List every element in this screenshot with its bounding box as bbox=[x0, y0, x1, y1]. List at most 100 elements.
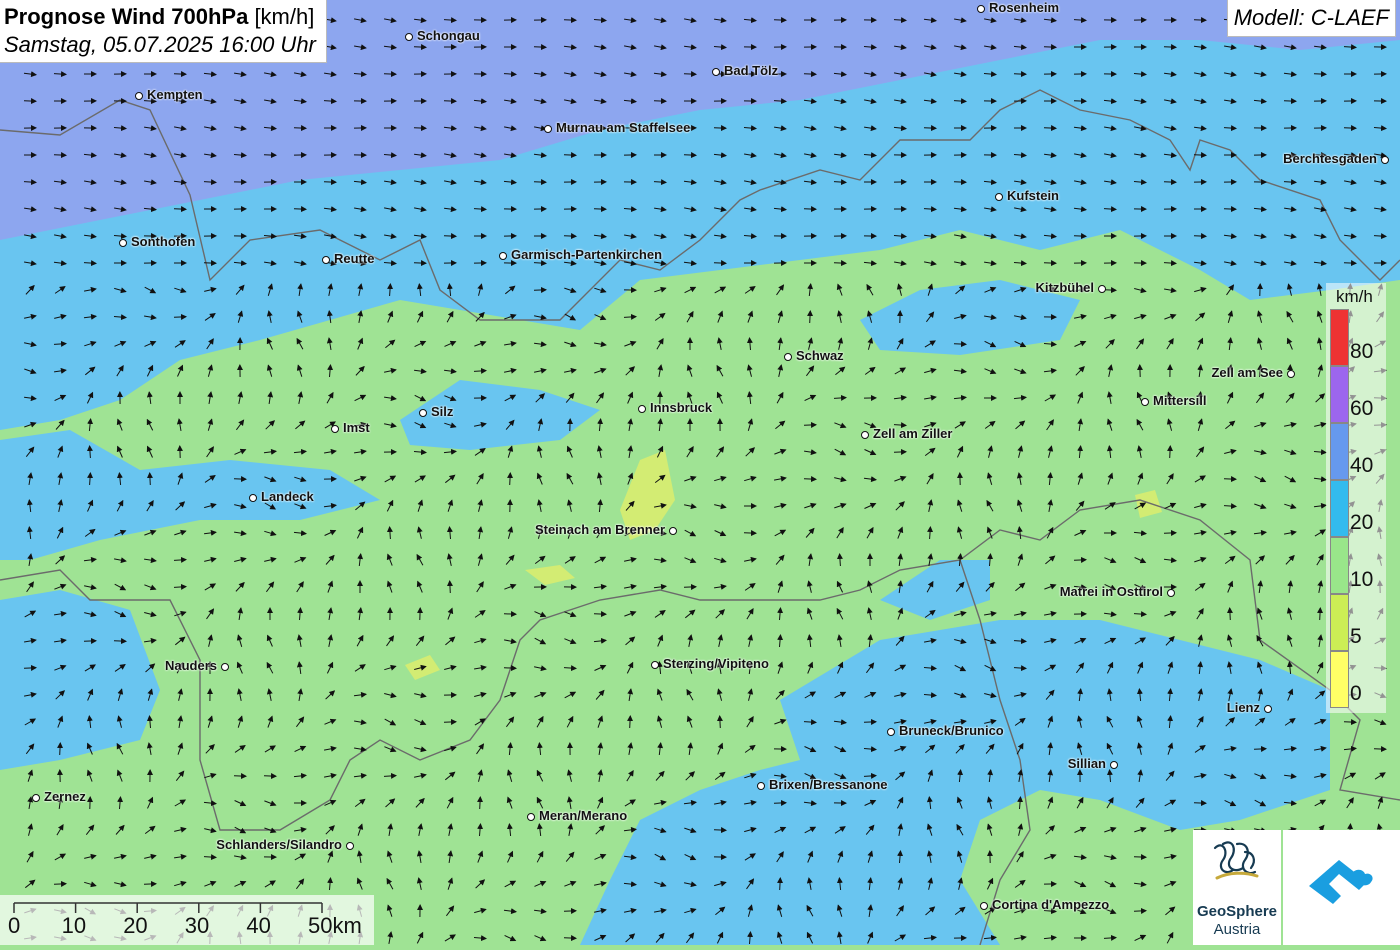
city-marker bbox=[499, 252, 507, 260]
wind-arrow bbox=[1134, 911, 1146, 912]
city-label: Rosenheim bbox=[989, 0, 1059, 15]
city-label: Kufstein bbox=[1007, 188, 1059, 203]
city-label: Kitzbühel bbox=[1036, 280, 1095, 295]
legend-swatch bbox=[1330, 537, 1349, 594]
wind-arrow bbox=[294, 209, 306, 210]
city-label: Kempten bbox=[147, 87, 203, 102]
wind-arrow bbox=[504, 668, 516, 669]
wind-arrow bbox=[150, 473, 151, 485]
wind-arrow bbox=[630, 716, 631, 728]
city-label: Mittersill bbox=[1153, 393, 1206, 408]
city-marker bbox=[1141, 398, 1149, 406]
wind-arrow bbox=[60, 743, 61, 755]
city-label: Lienz bbox=[1227, 700, 1260, 715]
city-marker bbox=[1098, 285, 1106, 293]
legend-label: 40 bbox=[1350, 454, 1373, 478]
wind-arrow bbox=[564, 236, 576, 237]
wind-arrow bbox=[174, 317, 186, 318]
wind-arrow bbox=[1194, 155, 1206, 156]
wind-arrow bbox=[720, 716, 721, 728]
wind-arrow bbox=[450, 581, 451, 593]
scale-label: 0 bbox=[8, 913, 20, 939]
city-label: Reutte bbox=[334, 251, 374, 266]
wind-arrow bbox=[954, 344, 966, 345]
city-marker bbox=[1110, 761, 1118, 769]
city-marker bbox=[1167, 589, 1175, 597]
city-marker bbox=[980, 902, 988, 910]
map-title-unit: [km/h] bbox=[254, 4, 314, 29]
city-label: Meran/Merano bbox=[539, 808, 627, 823]
city-marker bbox=[977, 5, 985, 13]
city-marker bbox=[135, 92, 143, 100]
wind-arrow bbox=[480, 797, 481, 809]
city-marker bbox=[669, 527, 677, 535]
geosphere-logo-subtext: Austria bbox=[1195, 921, 1279, 938]
city-marker bbox=[221, 663, 229, 671]
city-marker bbox=[784, 353, 792, 361]
wind-map bbox=[0, 0, 1400, 945]
wind-arrow bbox=[564, 938, 576, 939]
city-label: Imst bbox=[343, 420, 370, 435]
city-label: Murnau am Staffelsee bbox=[556, 120, 690, 135]
city-label: Zell am Ziller bbox=[873, 426, 952, 441]
city-label: Bruneck/Brunico bbox=[899, 723, 1004, 738]
city-marker bbox=[419, 409, 427, 417]
mountain-cloud-logo-icon bbox=[1283, 830, 1400, 945]
wind-arrow bbox=[294, 128, 306, 129]
wind-arrow bbox=[1314, 74, 1326, 75]
city-label: Zernez bbox=[44, 789, 86, 804]
city-label: Schlanders/Silandro bbox=[216, 837, 342, 852]
wind-arrow bbox=[834, 263, 846, 264]
wind-arrow bbox=[1320, 608, 1321, 620]
wind-arrow bbox=[24, 668, 36, 669]
color-legend: km/h 806040201050 bbox=[1326, 283, 1386, 713]
city-marker bbox=[1381, 156, 1389, 164]
wind-arrow bbox=[174, 209, 186, 210]
legend-label: 80 bbox=[1350, 340, 1373, 364]
wind-arrow bbox=[804, 479, 816, 480]
wind-arrow bbox=[714, 263, 726, 264]
wind-arrow bbox=[1074, 236, 1086, 237]
wind-arrow bbox=[924, 128, 936, 129]
model-label: Modell: C-LAEF bbox=[1227, 0, 1396, 37]
city-marker bbox=[651, 661, 659, 669]
legend-swatch bbox=[1330, 651, 1349, 708]
wind-arrow bbox=[684, 74, 696, 75]
geosphere-logo-icon bbox=[1193, 830, 1281, 902]
scale-bar: 01020304050km bbox=[0, 895, 374, 945]
wind-arrow bbox=[684, 155, 696, 156]
city-label: Sillian bbox=[1068, 756, 1106, 771]
city-label: Landeck bbox=[261, 489, 314, 504]
city-label: Matrei in Osttirol bbox=[1060, 584, 1163, 599]
city-label: Cortina d'Ampezzo bbox=[992, 897, 1109, 912]
wind-arrow bbox=[1170, 446, 1171, 458]
city-marker bbox=[346, 842, 354, 850]
wind-arrow bbox=[54, 884, 66, 885]
city-label: Berchtesgaden bbox=[1283, 151, 1377, 166]
city-marker bbox=[638, 405, 646, 413]
wind-arrow bbox=[1194, 236, 1206, 237]
city-marker bbox=[861, 431, 869, 439]
city-marker bbox=[544, 125, 552, 133]
wind-arrow bbox=[534, 47, 546, 48]
wind-arrow bbox=[810, 311, 811, 323]
city-marker bbox=[119, 239, 127, 247]
legend-label: 60 bbox=[1350, 397, 1373, 421]
legend-swatch bbox=[1330, 309, 1349, 366]
wind-arrow bbox=[1164, 47, 1176, 48]
wind-arrow bbox=[1230, 608, 1231, 620]
city-marker bbox=[995, 193, 1003, 201]
wind-arrow bbox=[1254, 749, 1266, 750]
city-marker bbox=[249, 494, 257, 502]
wind-arrow bbox=[1044, 128, 1056, 129]
wind-arrow bbox=[1344, 263, 1356, 264]
wind-arrow bbox=[714, 830, 726, 831]
scale-label: 10 bbox=[62, 913, 86, 939]
city-label: Innsbruck bbox=[650, 400, 712, 415]
city-marker bbox=[757, 782, 765, 790]
legend-swatch bbox=[1330, 480, 1349, 537]
wind-arrow bbox=[114, 641, 126, 642]
legend-swatch bbox=[1330, 423, 1349, 480]
wind-arrow bbox=[780, 878, 781, 890]
legend-label: 5 bbox=[1350, 625, 1362, 649]
